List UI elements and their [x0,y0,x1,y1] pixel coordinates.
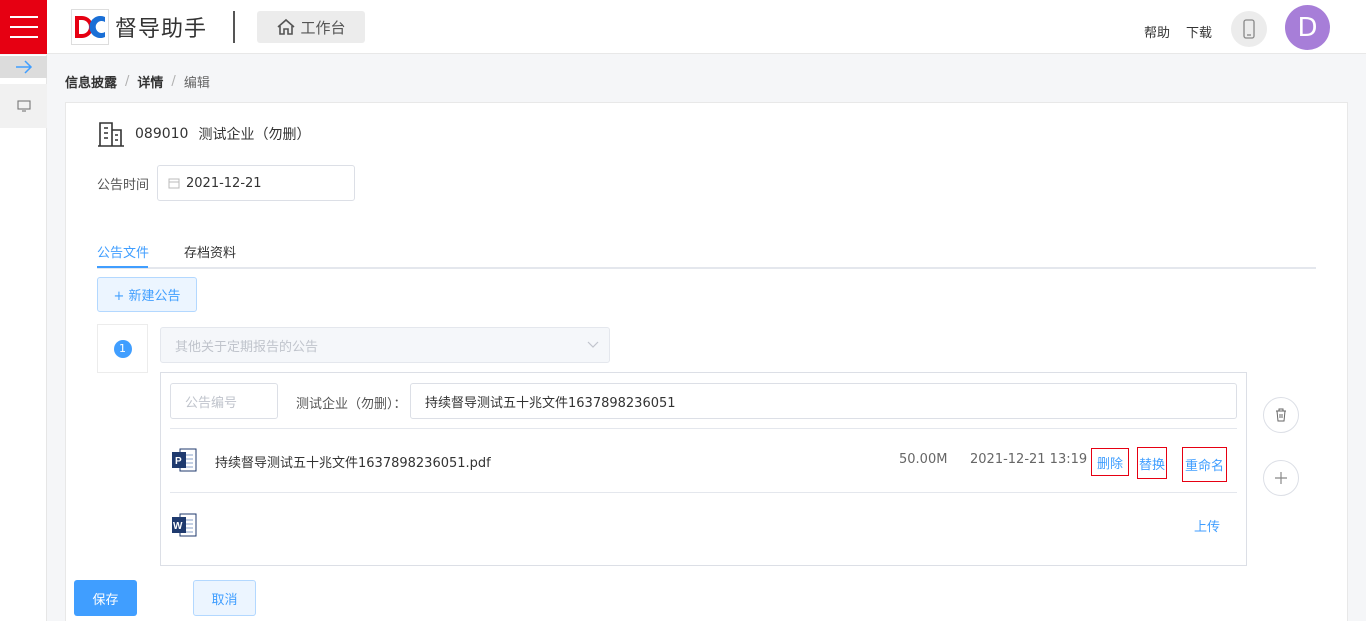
menu-toggle-button[interactable] [0,0,47,54]
delete-announcement-button[interactable] [1263,397,1299,433]
sidebar-expand-button[interactable] [0,56,47,78]
header-divider [233,11,235,43]
breadcrumb-separator: / [171,74,176,89]
menu-icon-bar [9,36,38,38]
breadcrumb-item[interactable]: 详情 [137,72,163,91]
tabs-divider [97,267,1316,269]
save-button[interactable]: 保存 [74,580,137,616]
menu-icon-bar [9,16,38,18]
announce-time-label: 公告时间 [97,178,150,193]
breadcrumb-separator: / [125,74,130,89]
announcement-index-box: 1 [97,324,148,373]
menu-icon-bar [9,26,38,28]
monitor-icon [16,100,31,112]
top-header: 督导助手 工作台 帮助 下载 D [0,0,1366,54]
phone-button[interactable] [1231,11,1267,47]
logo-text: 督导助手 [115,17,208,42]
add-announcement-button[interactable] [1263,460,1299,496]
replace-file-button[interactable]: 替换 [1137,447,1167,479]
delete-file-button[interactable]: 删除 [1091,448,1129,476]
sidebar [0,55,47,621]
announcement-code-input[interactable]: 公告编号 [170,383,278,419]
calendar-icon [168,178,180,189]
announcement-title-prefix: 测试企业（勿删）： [296,397,407,412]
breadcrumb-current: 编辑 [183,76,210,91]
building-icon [98,122,124,147]
plus-icon [1275,472,1287,484]
upload-link[interactable]: 上传 [1194,516,1220,535]
file-name[interactable]: 持续督导测试五十兆文件1637898236051.pdf [215,452,491,471]
announcement-title-input[interactable]: 持续督导测试五十兆文件1637898236051 [410,383,1237,419]
company-header: 089010 测试企业（勿删） [97,120,310,148]
app-logo[interactable]: 督导助手 [71,9,207,45]
sidebar-item-monitor[interactable] [0,84,47,128]
tab-archive-materials[interactable]: 存档资料 [184,242,236,261]
file-size: 50.00M [899,452,948,467]
company-name: 测试企业（勿删） [198,127,311,143]
trash-icon [1276,408,1286,422]
workbench-button[interactable]: 工作台 [257,11,365,43]
file-row-divider [170,492,1237,493]
download-link[interactable]: 下载 [1186,22,1212,41]
company-code: 089010 [135,126,189,142]
announcement-index-badge: 1 [113,339,132,358]
arrow-right-icon [15,60,32,74]
cancel-button[interactable]: 取消 [193,580,256,616]
logo-mark-icon [71,9,109,45]
breadcrumb-item[interactable]: 信息披露 [65,72,117,91]
workbench-label: 工作台 [300,18,346,37]
breadcrumb: 信息披露 / 详情 / 编辑 [65,72,210,91]
announce-time-value: 2021-12-21 [186,175,262,191]
help-link[interactable]: 帮助 [1144,22,1170,41]
announce-time-input[interactable]: 2021-12-21 [157,165,355,201]
svg-text:P: P [175,456,182,467]
home-icon [277,18,296,35]
pdf-file-icon: P [172,448,197,472]
new-announcement-button[interactable]: + 新建公告 [97,277,197,312]
phone-icon [1243,19,1255,39]
svg-text:W: W [173,521,183,532]
file-row-divider [170,428,1237,429]
announcement-type-placeholder: 其他关于定期报告的公告 [175,339,319,355]
announcement-type-select[interactable]: 其他关于定期报告的公告 [160,327,610,363]
word-file-icon: W [172,513,197,537]
chevron-down-icon [587,341,599,348]
file-time: 2021-12-21 13:19 [970,452,1088,467]
user-avatar[interactable]: D [1285,5,1330,50]
tab-announcement-files[interactable]: 公告文件 [97,242,149,261]
active-tab-indicator [97,266,148,268]
rename-file-button[interactable]: 重命名 [1182,447,1227,482]
